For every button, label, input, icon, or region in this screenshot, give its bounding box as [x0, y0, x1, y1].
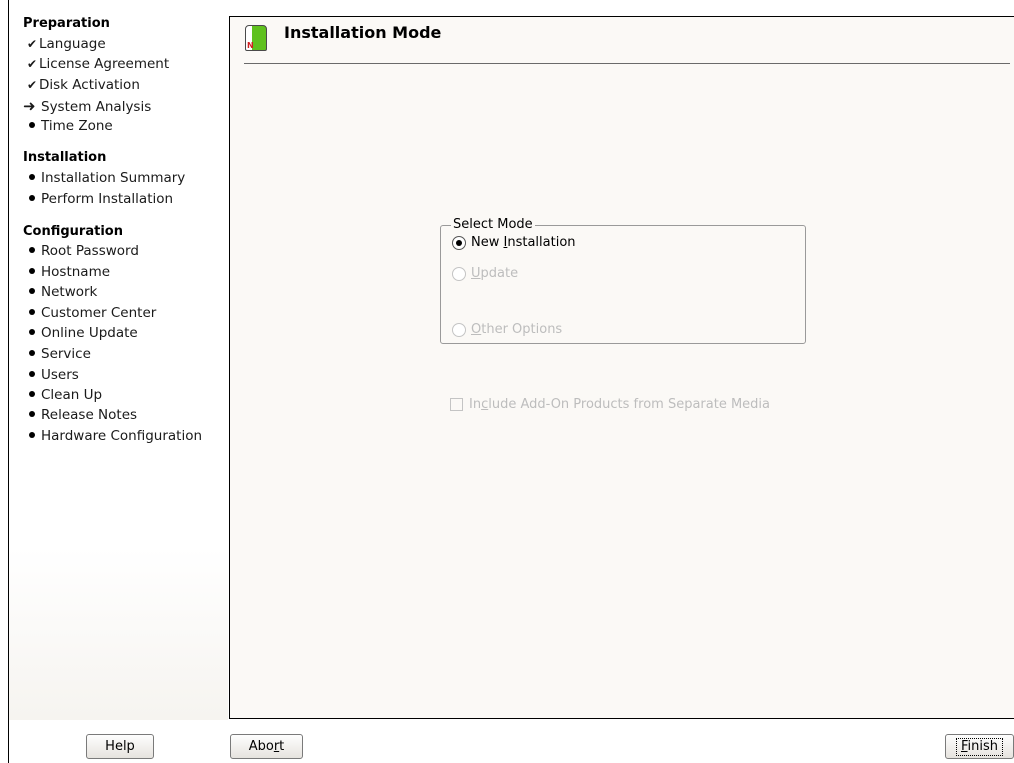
section-title-configuration: Configuration [23, 224, 123, 239]
bullet-icon [29, 391, 35, 397]
radio-other-options[interactable]: Other Options [452, 322, 562, 337]
checkmark-icon: ✔ [27, 37, 38, 51]
bullet-icon [29, 309, 35, 315]
step-root-password: Root Password [27, 243, 139, 259]
step-time-zone: Time Zone [27, 118, 113, 134]
step-hardware-configuration: Hardware Configuration [27, 428, 202, 444]
radio-selected-icon[interactable] [452, 235, 466, 250]
step-perform-installation: Perform Installation [27, 191, 173, 207]
window-left-edge [0, 0, 9, 763]
page-title: Installation Mode [284, 23, 442, 42]
step-system-analysis: ➜ System Analysis [23, 97, 152, 115]
radio-new-installation[interactable]: New Installation [452, 235, 576, 250]
arrow-right-icon: ➜ [23, 97, 36, 115]
checkmark-icon: ✔ [27, 57, 38, 71]
bullet-icon [29, 268, 35, 274]
radio-update[interactable]: Update [452, 266, 518, 281]
bullet-icon [29, 432, 35, 438]
radio-unselected-icon[interactable] [452, 266, 466, 281]
installation-mode-icon: N [245, 25, 267, 51]
bullet-icon [29, 411, 35, 417]
bullet-icon [29, 174, 35, 180]
step-users: Users [27, 367, 79, 383]
step-clean-up: Clean Up [27, 387, 102, 403]
bullet-icon [29, 288, 35, 294]
help-button[interactable]: Help [86, 734, 154, 759]
select-mode-legend: Select Mode [451, 217, 535, 232]
abort-button[interactable]: Abort [230, 734, 303, 759]
step-license-agreement: ✔ License Agreement [27, 56, 170, 72]
bullet-icon [29, 122, 35, 128]
step-hostname: Hostname [27, 264, 110, 280]
bullet-icon [29, 350, 35, 356]
step-service: Service [27, 346, 91, 362]
step-language: ✔ Language [27, 36, 106, 52]
step-installation-summary: Installation Summary [27, 170, 185, 186]
step-customer-center: Customer Center [27, 305, 156, 321]
section-title-installation: Installation [23, 150, 107, 165]
bullet-icon [29, 371, 35, 377]
progress-sidebar: Preparation ✔ Language ✔ License Agreement… [9, 0, 228, 720]
step-online-update: Online Update [27, 325, 138, 341]
step-release-notes: Release Notes [27, 407, 137, 423]
step-disk-activation: ✔ Disk Activation [27, 77, 140, 93]
finish-button[interactable]: Finish [945, 734, 1014, 759]
bullet-icon [29, 195, 35, 201]
bullet-icon [29, 329, 35, 335]
header-divider [244, 63, 1010, 64]
checkbox-icon[interactable] [450, 398, 463, 411]
step-network: Network [27, 284, 97, 300]
include-addon-checkbox[interactable]: Include Add-On Products from Separate Me… [450, 397, 770, 412]
content-panel: N Installation Mode Select Mode New Inst… [229, 16, 1014, 719]
checkmark-icon: ✔ [27, 78, 38, 92]
section-title-preparation: Preparation [23, 16, 110, 31]
bullet-icon [29, 247, 35, 253]
radio-unselected-icon[interactable] [452, 322, 466, 337]
